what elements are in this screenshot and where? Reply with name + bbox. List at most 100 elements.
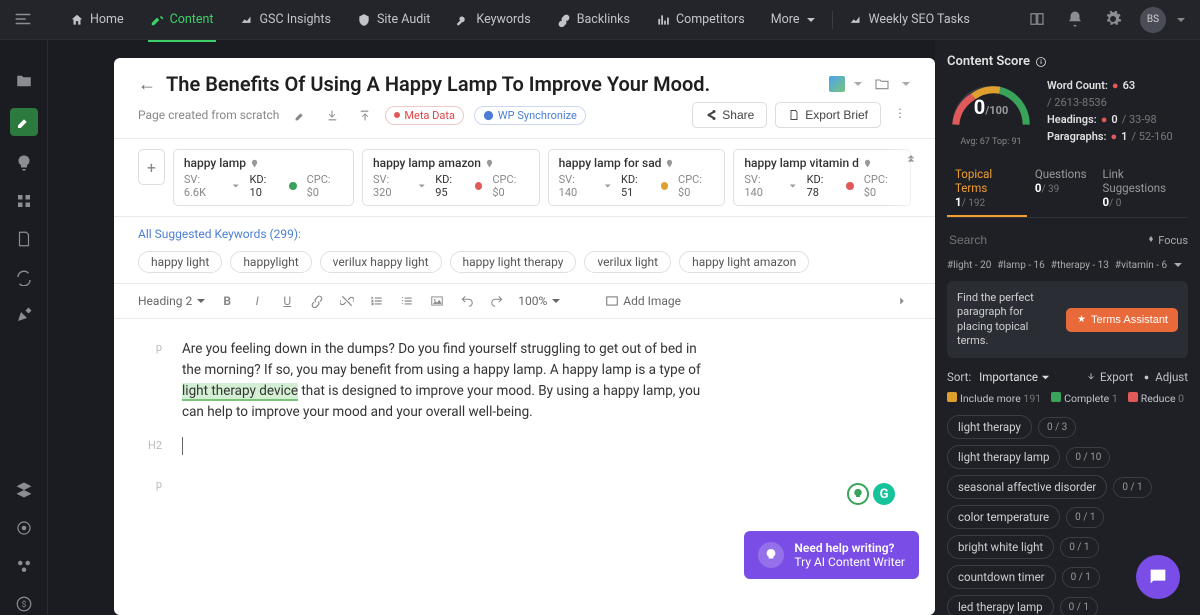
gauge-avg: Avg: 67 Top: 91 — [947, 137, 1035, 147]
sort-select[interactable]: Importance — [979, 370, 1050, 384]
zoom-select[interactable]: 100% — [518, 294, 561, 308]
list-ol-icon[interactable] — [368, 292, 386, 310]
menu-toggle-icon[interactable] — [14, 10, 34, 30]
suggested-keyword-pill[interactable]: happy light — [138, 251, 222, 273]
bell-icon[interactable] — [1066, 10, 1086, 30]
focus-button[interactable]: Focus — [1146, 234, 1188, 247]
term-row[interactable]: seasonal affective disorder0 / 1 — [947, 475, 1188, 499]
export-button[interactable]: Export — [1086, 370, 1133, 384]
highlighted-term: light therapy device — [182, 383, 298, 401]
rail-doc-icon[interactable] — [13, 228, 35, 250]
edit-icon[interactable] — [289, 104, 311, 126]
suggested-keyword-pill[interactable]: happylight — [230, 251, 311, 273]
filter-chip[interactable]: #lamp - 16 — [997, 260, 1044, 271]
gear-icon[interactable] — [1104, 10, 1124, 30]
image-icon[interactable] — [428, 292, 446, 310]
unlink-icon[interactable] — [338, 292, 356, 310]
grammarly-icon[interactable]: G — [873, 483, 895, 505]
paragraph-text[interactable]: Are you feeling down in the dumps? Do yo… — [182, 339, 702, 423]
add-keyword-button[interactable]: + — [138, 149, 165, 185]
link-icon[interactable] — [308, 292, 326, 310]
search-input[interactable] — [947, 228, 1146, 252]
italic-icon[interactable]: I — [248, 292, 266, 310]
nav-gsc[interactable]: GSC Insights — [230, 6, 341, 33]
heading-select[interactable]: Heading 2 — [138, 294, 206, 308]
back-button[interactable]: ← — [138, 74, 156, 95]
suggested-keyword-pill[interactable]: happy light therapy — [450, 251, 577, 273]
keyword-card[interactable]: happy lamp SV: 6.6KKD: 10CPC: $0 — [173, 149, 354, 206]
term-row[interactable]: color temperature0 / 1 — [947, 505, 1188, 529]
nav-more[interactable]: More — [761, 6, 826, 33]
promo-text: Find the perfect paragraph for placing t… — [957, 291, 1058, 348]
list-ul-icon[interactable] — [398, 292, 416, 310]
rail-cluster-icon[interactable] — [13, 555, 35, 577]
nav-keywords[interactable]: Keywords — [446, 6, 540, 33]
folder-icon[interactable] — [871, 73, 893, 95]
rail-folder-icon[interactable] — [13, 70, 35, 92]
suggested-keyword-pill[interactable]: verilux happy light — [320, 251, 442, 273]
suggested-keyword-pill[interactable]: happy light amazon — [679, 251, 809, 273]
collapse-keywords-icon[interactable] — [903, 149, 919, 165]
rail-pen-icon[interactable] — [13, 304, 35, 326]
rail-layers-icon[interactable] — [13, 479, 35, 501]
export-brief-button[interactable]: Export Brief — [775, 102, 881, 128]
share-button[interactable]: Share — [692, 102, 767, 128]
legend-reduce: Reduce 0 — [1128, 392, 1184, 405]
suggested-keyword-pill[interactable]: verilux light — [584, 251, 671, 273]
tab-links[interactable]: Link Suggestions0/ 0 — [1095, 161, 1188, 217]
legend-complete: Complete 1 — [1051, 392, 1118, 405]
rail-dollar-icon[interactable]: $ — [13, 593, 35, 615]
adjust-button[interactable]: Adjust — [1141, 370, 1188, 384]
nav-competitors[interactable]: Competitors — [646, 6, 755, 33]
rail-refresh-icon[interactable] — [13, 266, 35, 288]
tab-questions[interactable]: Questions0/ 39 — [1027, 161, 1095, 217]
filter-chip[interactable]: #light - 20 — [947, 260, 991, 271]
nav-weekly[interactable]: Weekly SEO Tasks — [839, 6, 980, 33]
page-title: The Benefits Of Using A Happy Lamp To Im… — [166, 72, 819, 96]
nav-home[interactable]: Home — [60, 6, 134, 33]
keyword-card[interactable]: happy lamp vitamin d SV: 140KD: 78CPC: $… — [733, 149, 911, 206]
info-icon[interactable]: i — [1035, 56, 1047, 68]
filter-chip[interactable]: #therapy - 13 — [1051, 260, 1109, 271]
bold-icon[interactable]: B — [218, 292, 236, 310]
meta-data-badge[interactable]: Meta Data — [385, 106, 464, 125]
chat-fab[interactable] — [1136, 555, 1180, 599]
rail-target-icon[interactable] — [13, 517, 35, 539]
block-tag: H2 — [138, 437, 162, 462]
term-row[interactable]: light therapy0 / 3 — [947, 415, 1188, 439]
editor-body[interactable]: p Are you feeling down in the dumps? Do … — [114, 319, 935, 615]
keyword-card[interactable]: happy lamp amazon SV: 320KD: 95CPC: $0 — [362, 149, 540, 206]
upload-icon[interactable] — [353, 104, 375, 126]
nav-backlinks[interactable]: Backlinks — [547, 6, 640, 33]
wp-sync-badge[interactable]: WP Synchronize — [474, 106, 586, 125]
suggested-label[interactable]: All Suggested Keywords (299): — [138, 227, 301, 241]
term-row[interactable]: light therapy lamp0 / 10 — [947, 445, 1188, 469]
rail-bulb-icon[interactable] — [13, 152, 35, 174]
terms-assistant-button[interactable]: Terms Assistant — [1066, 308, 1178, 332]
nav-label: GSC Insights — [260, 12, 331, 27]
nav-audit[interactable]: Site Audit — [347, 6, 440, 33]
keyword-card[interactable]: happy lamp for sad SV: 140KD: 51CPC: $0 — [548, 149, 726, 206]
more-menu-icon[interactable]: ⋮ — [889, 102, 911, 124]
filter-chip[interactable]: #vitamin - 6 — [1115, 260, 1167, 271]
hint-icon[interactable] — [847, 483, 869, 505]
bulb-icon — [758, 542, 784, 568]
legend-include: Include more 191 — [947, 392, 1041, 405]
redo-icon[interactable] — [488, 292, 506, 310]
nav-content[interactable]: Content — [140, 6, 224, 33]
add-image-button[interactable]: Add Image — [605, 294, 681, 308]
rail-grid-icon[interactable] — [13, 190, 35, 212]
avatar[interactable]: BS — [1140, 7, 1166, 33]
expand-icon[interactable] — [893, 292, 911, 310]
svg-text:i: i — [1040, 59, 1042, 66]
underline-icon[interactable]: U — [278, 292, 296, 310]
chips-more-icon[interactable] — [1173, 260, 1183, 271]
docs-icon[interactable] — [1028, 10, 1048, 30]
ai-writer-banner[interactable]: Need help writing? Try AI Content Writer — [744, 531, 919, 579]
tab-topical[interactable]: Topical Terms1/ 192 — [947, 161, 1027, 217]
undo-icon[interactable] — [458, 292, 476, 310]
download-icon[interactable] — [321, 104, 343, 126]
block-tag: p — [138, 339, 162, 423]
color-toggle-icon[interactable] — [829, 76, 845, 92]
rail-edit-icon[interactable] — [10, 108, 38, 136]
